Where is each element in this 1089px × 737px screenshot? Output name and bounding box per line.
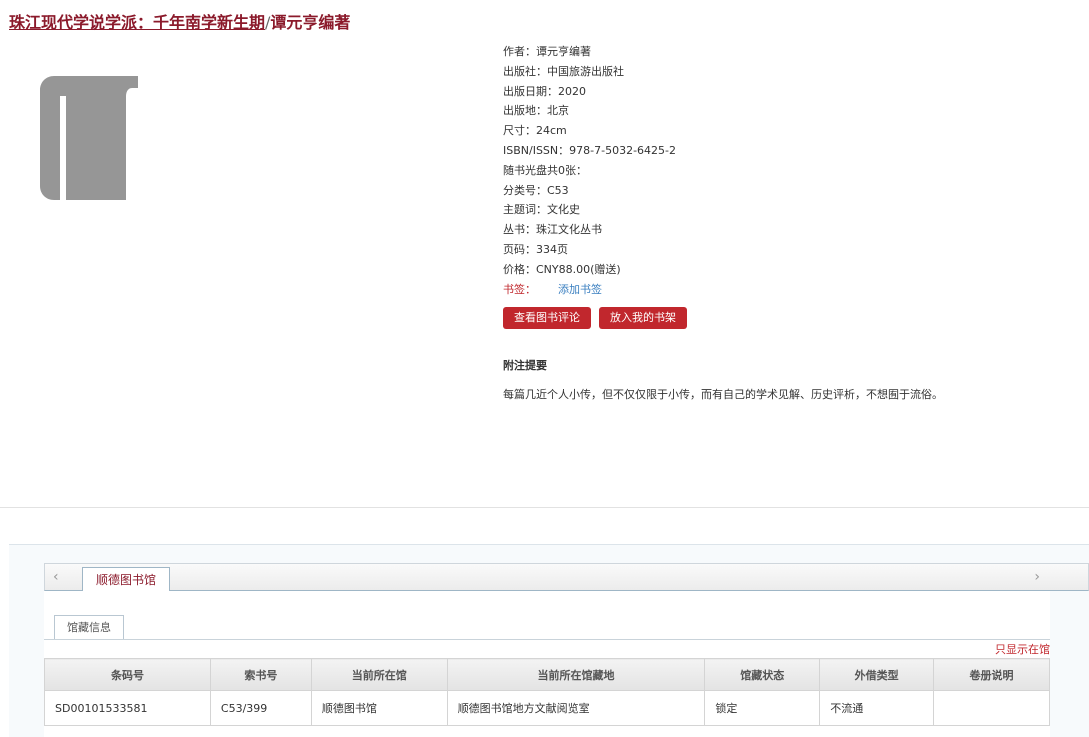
book-cover: [40, 76, 140, 200]
notes-text: 每篇几近个人小传，但不仅仅限于小传，而有自己的学术见解、历史评析，不想囿于流俗。: [503, 388, 943, 401]
meta-price: 价格：CNY88.00(赠送): [503, 262, 621, 276]
holdings-panel: 馆藏信息 只显示在馆 条码号 索书号 当前所在馆 当前所在馆藏地 馆藏状态 外借…: [44, 591, 1050, 737]
only-available-link[interactable]: 只显示在馆: [995, 641, 1050, 657]
cell-call-number: C53/399: [209, 690, 312, 726]
col-call-number: 索书号: [209, 658, 312, 691]
book-metadata: 作者：谭元亨编著 出版社：中国旅游出版社 出版日期：2020 出版地：北京 尺寸…: [503, 42, 1063, 299]
cell-current-location: 顺德图书馆地方文献阅览室: [446, 690, 706, 726]
meta-class-number: 分类号：C53: [503, 183, 569, 197]
meta-size: 尺寸：24cm: [503, 124, 567, 138]
tab-prev-icon[interactable]: ‹: [53, 569, 59, 585]
meta-series: 丛书：珠江文化丛书: [503, 223, 602, 237]
table-header-row: 条码号 索书号 当前所在馆 当前所在馆藏地 馆藏状态 外借类型 卷册说明: [44, 658, 1050, 691]
tab-shunde-library[interactable]: 顺德图书馆: [82, 567, 171, 592]
meta-isbn: ISBN/ISSN：978-7-5032-6425-2: [503, 143, 677, 157]
tab-next-icon[interactable]: ›: [1034, 569, 1040, 585]
table-row: SD00101533581 C53/399 顺德图书馆 顺德图书馆地方文献阅览室…: [44, 690, 1050, 726]
meta-subject: 主题词：文化史: [503, 203, 580, 217]
meta-publisher: 出版社：中国旅游出版社: [503, 64, 624, 78]
cell-barcode: SD00101533581: [44, 690, 211, 726]
cell-status: 锁定: [704, 690, 821, 726]
col-volume-note: 卷册说明: [933, 658, 1050, 691]
col-current-library: 当前所在馆: [310, 658, 448, 691]
notes-heading: 附注提要: [503, 359, 547, 372]
sub-tab-divider: [44, 639, 1050, 640]
meta-bookmark: 书签： 添加书签: [503, 280, 1063, 300]
col-current-location: 当前所在馆藏地: [446, 658, 706, 691]
cell-volume-note: [933, 690, 1050, 726]
book-icon: [40, 76, 138, 200]
meta-cd-count: 随书光盘共0张：: [503, 163, 587, 177]
meta-publish-date: 出版日期：2020: [503, 84, 586, 98]
add-to-shelf-button[interactable]: 放入我的书架: [599, 307, 687, 329]
book-title-link[interactable]: 珠江现代学说学派：千年南学新生期: [9, 13, 265, 32]
library-tab-bar: ‹ 顺德图书馆 ›: [44, 563, 1089, 592]
bookmark-label: 书签：: [503, 282, 536, 296]
holdings-table: 条码号 索书号 当前所在馆 当前所在馆藏地 馆藏状态 外借类型 卷册说明 SD0…: [44, 658, 1050, 726]
meta-author: 作者：谭元亨编著: [503, 45, 591, 58]
tab-holdings-info[interactable]: 馆藏信息: [54, 615, 124, 640]
section-divider: [0, 507, 1089, 508]
meta-pages: 页码：334页: [503, 242, 568, 256]
cell-current-library: 顺德图书馆: [310, 690, 448, 726]
view-reviews-button[interactable]: 查看图书评论: [503, 307, 591, 329]
add-bookmark-link[interactable]: 添加书签: [558, 283, 602, 296]
book-author: 谭元亨编著: [270, 13, 351, 32]
col-barcode: 条码号: [44, 658, 211, 691]
meta-publish-place: 出版地：北京: [503, 104, 569, 118]
col-status: 馆藏状态: [704, 658, 821, 691]
col-loan-type: 外借类型: [819, 658, 935, 691]
cell-loan-type: 不流通: [819, 690, 935, 726]
action-buttons: 查看图书评论 放入我的书架: [503, 307, 687, 329]
page-title: 珠江现代学说学派：千年南学新生期/谭元亨编著: [9, 9, 350, 33]
